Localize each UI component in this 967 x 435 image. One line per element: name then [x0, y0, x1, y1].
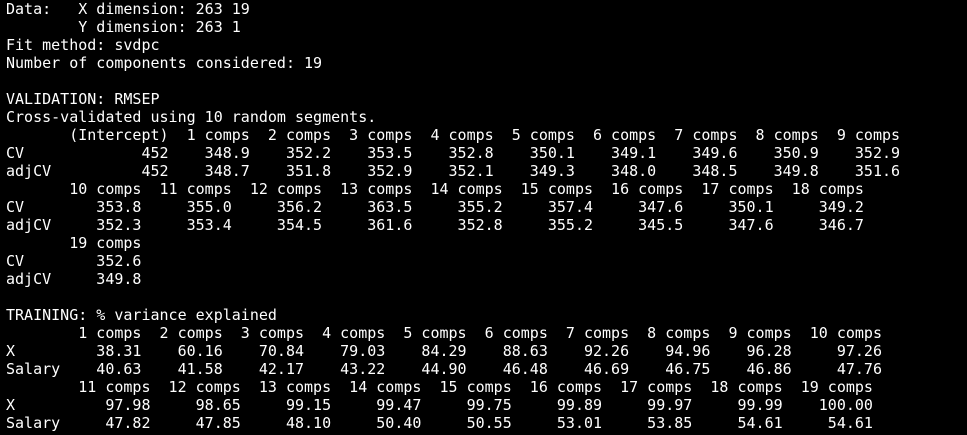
- validation-cv-row-2: CV 353.8 355.0 356.2 363.5 355.2 357.4 3…: [6, 198, 864, 216]
- training-heading: TRAINING: % variance explained: [6, 306, 277, 324]
- data-y-dimension-line: Y dimension: 263 1: [6, 18, 241, 36]
- validation-adjcv-row-1: adjCV 452 348.7 351.8 352.9 352.1 349.3 …: [6, 162, 901, 180]
- validation-cv-row-1: CV 452 348.9 352.2 353.5 352.8 350.1 349…: [6, 144, 901, 162]
- validation-heading: VALIDATION: RMSEP: [6, 90, 160, 108]
- training-x-row-1: X 38.31 60.16 70.84 79.03 84.29 88.63 92…: [6, 342, 882, 360]
- cross-validation-note: Cross-validated using 10 random segments…: [6, 108, 377, 126]
- validation-adjcv-row-2: adjCV 352.3 353.4 354.5 361.6 352.8 355.…: [6, 216, 864, 234]
- validation-header-row-3: 19 comps: [6, 234, 142, 252]
- data-x-dimension-line: Data: X dimension: 263 19: [6, 0, 250, 18]
- validation-cv-row-3: CV 352.6: [6, 252, 142, 270]
- fit-method-line: Fit method: svdpc: [6, 36, 160, 54]
- r-console-output: Data: X dimension: 263 19 Y dimension: 2…: [0, 0, 967, 435]
- training-salary-row-2: Salary 47.82 47.85 48.10 50.40 50.55 53.…: [6, 414, 873, 432]
- training-header-row-2: 11 comps 12 comps 13 comps 14 comps 15 c…: [6, 378, 873, 396]
- validation-header-row-1: (Intercept) 1 comps 2 comps 3 comps 4 co…: [6, 126, 901, 144]
- components-considered-line: Number of components considered: 19: [6, 54, 323, 72]
- validation-adjcv-row-3: adjCV 349.8: [6, 270, 142, 288]
- training-salary-row-1: Salary 40.63 41.58 42.17 43.22 44.90 46.…: [6, 360, 882, 378]
- validation-header-row-2: 10 comps 11 comps 12 comps 13 comps 14 c…: [6, 180, 864, 198]
- training-x-row-2: X 97.98 98.65 99.15 99.47 99.75 99.89 99…: [6, 396, 873, 414]
- training-header-row-1: 1 comps 2 comps 3 comps 4 comps 5 comps …: [6, 324, 882, 342]
